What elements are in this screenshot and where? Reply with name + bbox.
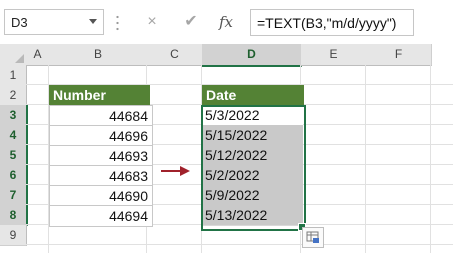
date-cell-active[interactable]: 5/3/2022: [202, 105, 303, 126]
name-box-value: D3: [11, 15, 28, 30]
row-header-8[interactable]: 8: [0, 205, 28, 226]
row-header-3[interactable]: 3: [0, 105, 28, 126]
number-cell[interactable]: 44694: [49, 205, 153, 227]
date-cell[interactable]: 5/15/2022: [202, 125, 303, 146]
column-header-d[interactable]: D: [202, 44, 302, 67]
number-cell[interactable]: 44696: [49, 125, 153, 147]
number-cell[interactable]: 44684: [49, 105, 153, 127]
quick-analysis-icon[interactable]: [302, 227, 324, 248]
formula-bar: D3 × ✔ fx =TEXT(B3,"m/d/yyyy"): [0, 0, 453, 44]
worksheet-grid[interactable]: A B C D E F 1 2 3 4 5 6 7 8 9 Number 446…: [0, 44, 453, 253]
enter-icon[interactable]: ✔: [182, 12, 200, 32]
row-header-5[interactable]: 5: [0, 145, 28, 166]
number-cell[interactable]: 44683: [49, 165, 153, 187]
number-cell[interactable]: 44693: [49, 145, 153, 167]
row-header-1[interactable]: 1: [0, 65, 27, 86]
gridline: [26, 244, 453, 245]
formula-input[interactable]: =TEXT(B3,"m/d/yyyy"): [250, 9, 414, 36]
date-cell[interactable]: 5/9/2022: [202, 185, 303, 206]
row-header-6[interactable]: 6: [0, 165, 28, 186]
column-header-a[interactable]: A: [26, 44, 50, 66]
formula-text: =TEXT(B3,"m/d/yyyy"): [257, 15, 397, 31]
number-header-cell[interactable]: Number: [49, 85, 150, 105]
column-header-e[interactable]: E: [301, 44, 367, 66]
row-header-7[interactable]: 7: [0, 185, 28, 206]
right-arrow-icon: [161, 166, 190, 176]
name-box[interactable]: D3: [4, 9, 104, 35]
column-header-f[interactable]: F: [366, 44, 432, 66]
date-header-cell[interactable]: Date: [202, 85, 304, 105]
splitter-dots-icon[interactable]: [116, 14, 119, 32]
date-cell[interactable]: 5/13/2022: [202, 205, 303, 226]
row-header-9[interactable]: 9: [0, 225, 27, 246]
chevron-down-icon[interactable]: [89, 19, 97, 24]
number-cell[interactable]: 44690: [49, 185, 153, 207]
column-header-b[interactable]: B: [49, 44, 148, 66]
date-cell[interactable]: 5/12/2022: [202, 145, 303, 166]
row-header-2[interactable]: 2: [0, 85, 27, 106]
insert-function-icon[interactable]: fx: [217, 12, 235, 32]
date-cell[interactable]: 5/2/2022: [202, 165, 303, 186]
row-header-4[interactable]: 4: [0, 125, 28, 146]
cancel-icon[interactable]: ×: [143, 12, 161, 32]
select-all-corner[interactable]: [0, 44, 27, 66]
column-header-c[interactable]: C: [147, 44, 203, 66]
